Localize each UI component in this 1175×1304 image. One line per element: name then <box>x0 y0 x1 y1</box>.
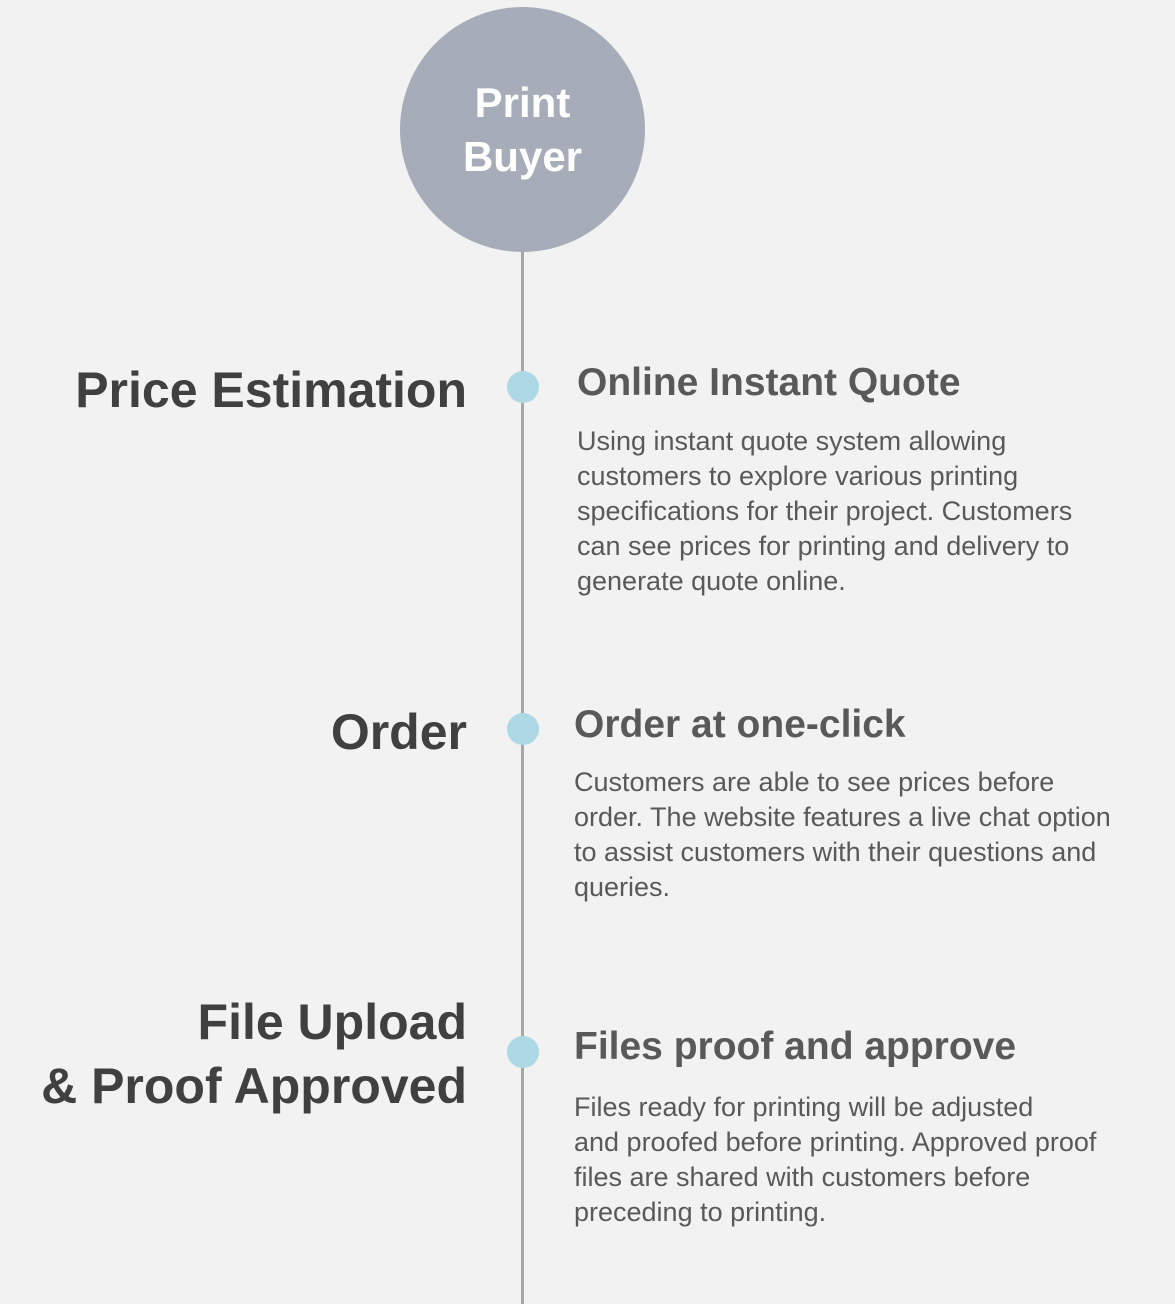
stage-title-file-upload-proof-approved: File Upload & Proof Approved <box>41 990 467 1118</box>
step-2-line-3: to assist customers with their questions… <box>574 837 1097 867</box>
step-description-2: Customers are able to see prices before … <box>574 765 1111 905</box>
hub-label: Print Buyer <box>433 76 613 184</box>
step-description-3: Files ready for printing will be adjuste… <box>574 1090 1096 1230</box>
timeline-node-1 <box>507 371 539 403</box>
hub-label-line-1: Print <box>474 78 571 126</box>
step-2-line-4: queries. <box>574 872 671 902</box>
stage-title-order: Order <box>330 704 467 760</box>
step-heading-files-proof-and-approve: Files proof and approve <box>574 1025 1017 1068</box>
timeline-node-3 <box>507 1036 539 1068</box>
step-2-line-1: Customers are able to see prices before <box>574 767 1055 797</box>
step-heading-order-at-one-click: Order at one-click <box>574 703 906 746</box>
step-1-line-1: Using instant quote system allowing <box>577 426 1007 456</box>
step-3-line-3: files are shared with customers before <box>574 1162 1031 1192</box>
step-1-line-3: specifications for their project. Custom… <box>577 496 1073 526</box>
step-heading-online-instant-quote: Online Instant Quote <box>577 361 961 404</box>
step-2-line-2: order. The website features a live chat … <box>574 802 1111 832</box>
print-buyer-hub: Print Buyer <box>400 7 645 252</box>
step-1-line-5: generate quote online. <box>577 566 846 596</box>
timeline-node-2 <box>507 713 539 745</box>
step-3-line-4: preceding to printing. <box>574 1197 827 1227</box>
step-3-line-2: and proofed before printing. Approved pr… <box>574 1127 1097 1157</box>
step-1-line-2: customers to explore various printing <box>577 461 1019 491</box>
step-3-line-1: Files ready for printing will be adjuste… <box>574 1092 1034 1122</box>
hub-label-line-2: Buyer <box>462 132 583 180</box>
timeline-line <box>521 250 524 1304</box>
step-description-1: Using instant quote system allowing cust… <box>577 424 1072 599</box>
step-1-line-4: can see prices for printing and delivery… <box>577 531 1070 561</box>
stage-title-price-estimation: Price Estimation <box>75 362 467 418</box>
stage-title-line-2: & Proof Approved <box>41 1058 467 1114</box>
stage-title-line-1: File Upload <box>197 994 467 1050</box>
